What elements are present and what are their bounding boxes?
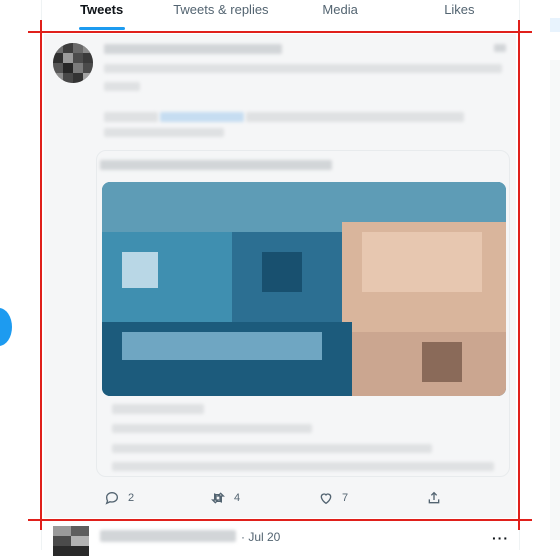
quoted-text-blurred [112, 404, 204, 414]
more-icon[interactable]: ··· [492, 530, 509, 546]
reply-count: 2 [128, 492, 135, 504]
like-count: 7 [342, 492, 349, 504]
tweet-author-blurred [104, 44, 282, 54]
tab-tweets-replies[interactable]: Tweets & replies [161, 0, 280, 30]
tab-label: Media [322, 2, 358, 17]
like-icon [320, 493, 332, 505]
tweet-text-blurred [104, 128, 224, 137]
tweet-link-blurred [160, 112, 244, 122]
active-tab-indicator [78, 27, 125, 30]
reply-icon [105, 491, 119, 505]
profile-tabs: Tweets Tweets & replies Media Likes [42, 0, 519, 30]
retweet-icon [211, 492, 225, 504]
tab-label: Tweets [80, 2, 124, 17]
next-tweet-author-blurred [100, 530, 236, 542]
reply-button[interactable]: 2 [104, 490, 134, 506]
annotation-box-right [518, 20, 520, 530]
avatar[interactable] [53, 43, 93, 83]
like-button[interactable]: 7 [318, 490, 348, 506]
quoted-author-blurred [100, 160, 332, 170]
tweet-menu-blurred [494, 44, 506, 52]
quoted-text-blurred [112, 424, 312, 433]
tab-tweets[interactable]: Tweets [42, 0, 161, 30]
share-icon [428, 491, 440, 504]
share-button[interactable] [426, 490, 442, 506]
compose-button[interactable] [0, 308, 12, 346]
tab-media[interactable]: Media [281, 0, 400, 30]
tweet-media-image[interactable] [102, 182, 506, 396]
quoted-text-blurred [112, 462, 494, 471]
tweet-text-blurred [246, 112, 464, 122]
next-tweet-date[interactable]: · Jul 20 [241, 530, 280, 544]
sidebar-fragment [550, 60, 560, 540]
annotation-box-top [28, 31, 532, 33]
tweet-text-blurred [104, 82, 140, 91]
tweet-text-blurred [104, 64, 502, 73]
tab-likes[interactable]: Likes [400, 0, 519, 30]
quoted-text-blurred [112, 444, 432, 453]
tweet-text-blurred [104, 112, 158, 122]
sidebar-fragment [550, 18, 560, 32]
avatar[interactable] [53, 526, 89, 556]
retweet-count: 4 [234, 492, 241, 504]
tab-label: Tweets & replies [173, 2, 269, 17]
annotation-box-left [40, 20, 42, 530]
tab-label: Likes [444, 2, 475, 17]
retweet-button[interactable]: 4 [210, 490, 240, 506]
annotation-box-bottom [28, 519, 532, 521]
